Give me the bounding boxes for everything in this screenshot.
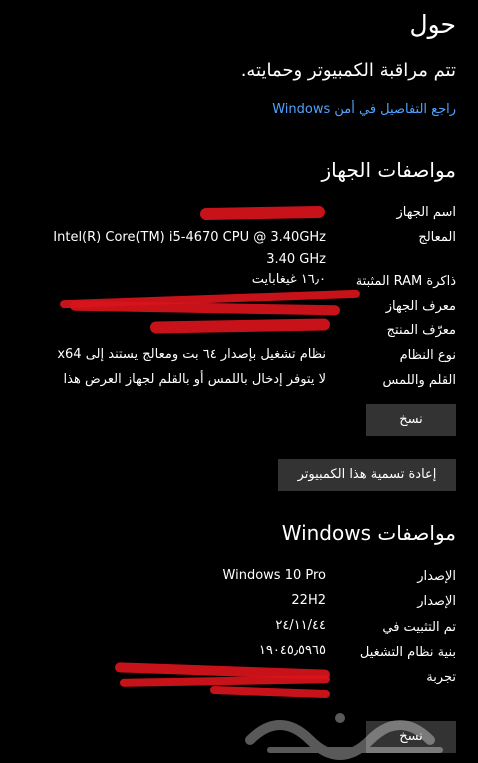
version-value: 22H2 — [291, 593, 326, 608]
device-specs-heading: مواصفات الجهاز — [321, 158, 456, 182]
copy-device-specs-button[interactable]: نسخ — [366, 404, 456, 436]
os-build-value: ١٩٠٤٥٫٥٩٦٥ — [258, 643, 326, 658]
pen-touch-label: القلم واللمس — [382, 373, 456, 388]
page-title: حول — [409, 10, 456, 39]
installed-on-value: ٢٤/١١/٤٤ — [275, 618, 326, 633]
pen-touch-value: لا يتوفر إدخال باللمس أو بالقلم لجهاز ال… — [63, 372, 326, 387]
redaction-mark-experience-3 — [209, 685, 331, 699]
installed-ram-value: ١٦٫٠ غيغابايت — [251, 272, 326, 287]
edition-value: Windows 10 Pro — [222, 568, 326, 583]
os-build-label: بنية نظام التشغيل — [359, 645, 456, 660]
redaction-mark-product-id — [149, 318, 331, 334]
redaction-mark-experience-2 — [119, 675, 331, 687]
system-type-value: نظام تشغيل بإصدار ٦٤ بت ومعالج يستند إلى… — [57, 347, 326, 362]
device-name-label: اسم الجهاز — [396, 205, 456, 220]
system-type-label: نوع النظام — [399, 348, 456, 363]
rename-pc-button[interactable]: إعادة تسمية هذا الكمبيوتر — [278, 459, 456, 491]
redaction-mark-device-id-2 — [69, 300, 341, 316]
protection-status: تتم مراقبة الكمبيوتر وحمايته. — [240, 60, 456, 81]
installed-ram-label: ذاكرة RAM المثبتة — [355, 274, 456, 289]
processor-label: المعالج — [418, 230, 456, 245]
version-label: الإصدار — [417, 594, 456, 609]
installed-on-label: تم التثبيت في — [382, 620, 456, 635]
edition-label: الإصدار — [417, 569, 456, 584]
redaction-mark-device-name — [199, 205, 326, 221]
processor-value: Intel(R) Core(TM) i5-4670 CPU @ 3.40GHz … — [53, 230, 326, 267]
product-id-label: معرّف المنتج — [386, 323, 456, 338]
windows-security-link[interactable]: راجع التفاصيل في أمن Windows — [272, 102, 456, 117]
experience-label: تجربة — [426, 670, 456, 685]
haraj-watermark-logo — [245, 713, 443, 760]
device-id-label: معرف الجهاز — [385, 299, 456, 314]
windows-specs-heading: مواصفات Windows — [281, 521, 456, 545]
